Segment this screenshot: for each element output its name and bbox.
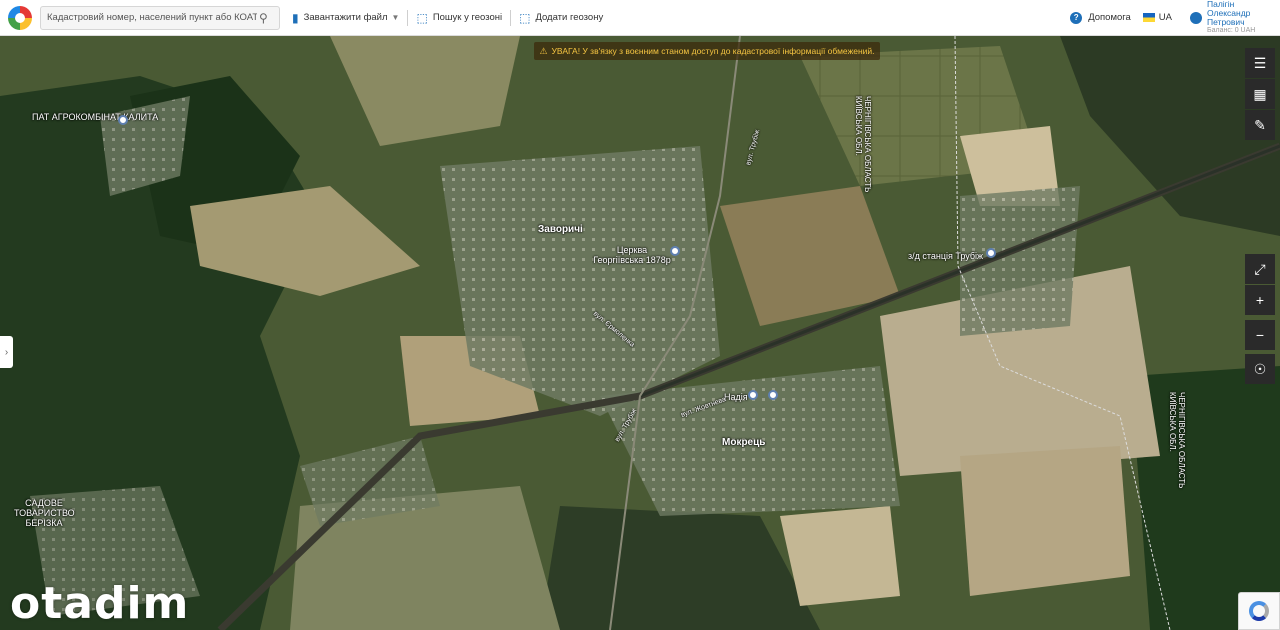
sidebar-toggle-button[interactable]: ›	[0, 336, 13, 368]
map-pin-icon[interactable]	[118, 115, 128, 125]
warning-banner: ⚠ УВАГА! У зв'язку з воєнним станом дост…	[534, 42, 880, 60]
recaptcha-badge[interactable]	[1238, 592, 1280, 630]
user-menu[interactable]: Палігін Олександр Петрович Баланс: 0 UAH	[1190, 0, 1270, 35]
top-toolbar: ⚲ ▮ Завантажити файл ▼ ⬚ Пошук у геозоні…	[0, 0, 1280, 36]
zoom-in-icon: +	[1255, 292, 1265, 308]
watermark-logo: otadim	[10, 578, 190, 629]
help-link[interactable]: ? Допомога	[1070, 11, 1131, 24]
zoom-in-button[interactable]: +	[1245, 285, 1275, 315]
locate-button[interactable]: ☉	[1245, 354, 1275, 384]
recaptcha-icon	[1249, 601, 1269, 621]
map-label-poi[interactable]: Церква Георгіївська 1878р	[592, 245, 672, 265]
language-selector[interactable]: UA	[1142, 12, 1172, 23]
geozone-search-label: Пошук у геозоні	[432, 12, 503, 23]
map-label-village[interactable]: Заворичі	[538, 224, 583, 235]
language-label: UA	[1158, 12, 1172, 23]
add-geozone-label: Додати геозону	[535, 12, 604, 23]
balance-label: Баланс: 0 UAH	[1207, 27, 1256, 34]
geozone-search-button[interactable]: ⬚ Пошук у геозоні	[408, 0, 510, 36]
map-label-village[interactable]: Мокрець	[722, 437, 765, 448]
satellite-imagery	[0, 36, 1280, 630]
upload-file-label: Завантажити файл	[303, 12, 388, 23]
geozone-search-icon: ⬚	[416, 10, 428, 25]
warning-icon: ⚠	[539, 45, 548, 56]
zoom-out-icon: −	[1255, 327, 1265, 343]
map-label-border: ЧЕРНІГІВСЬКА ОБЛАСТЬ КИЇВСЬКА ОБЛ.	[1168, 392, 1186, 489]
ruler-icon: ✎	[1254, 116, 1266, 133]
add-geozone-button[interactable]: ⬚ Додати геозону	[511, 0, 611, 36]
add-geozone-icon: ⬚	[519, 10, 531, 25]
ruler-button[interactable]: ✎	[1245, 110, 1275, 140]
ukraine-flag-icon	[1142, 13, 1155, 22]
fullscreen-button[interactable]: ⤢	[1245, 254, 1275, 284]
chevron-right-icon: ›	[4, 346, 9, 358]
chevron-down-icon: ▼	[391, 13, 400, 22]
fullscreen-icon: ⤢	[1254, 260, 1266, 277]
warning-text: УВАГА! У зв'язку з воєнним станом доступ…	[551, 46, 875, 56]
user-name: Палігін Олександр Петрович	[1207, 0, 1251, 27]
map-label-poi[interactable]: ПАТ АГРОКОМБІНАТ КАЛИТА	[32, 112, 158, 122]
layers-icon: ☰	[1253, 54, 1267, 71]
map-label-poi[interactable]: САДОВЕ ТОВАРИСТВО БЕРІЗКА	[14, 498, 75, 528]
search-icon[interactable]: ⚲	[259, 11, 268, 25]
app-logo[interactable]	[8, 5, 32, 30]
map-pin-icon[interactable]	[670, 246, 680, 256]
upload-file-button[interactable]: ▮ Завантажити файл ▼	[284, 0, 407, 36]
map-label-poi[interactable]: Надія	[724, 392, 748, 402]
map-label-poi[interactable]: з/д станція Трубіж	[908, 251, 983, 261]
layers-button[interactable]: ☰	[1245, 48, 1275, 78]
cadastre-map-button[interactable]: ▦	[1245, 79, 1275, 109]
map-label-border: ЧЕРНІГІВСЬКА ОБЛАСТЬ КИЇВСЬКА ОБЛ.	[854, 96, 872, 193]
user-icon	[1190, 11, 1202, 24]
zoom-out-button[interactable]: −	[1245, 320, 1275, 350]
satellite-map[interactable]: ПАТ АГРОКОМБІНАТ КАЛИТА Заворичі Церква …	[0, 36, 1280, 630]
map-pin-icon[interactable]	[748, 390, 758, 400]
help-icon: ?	[1070, 11, 1083, 24]
search-box: ⚲	[40, 5, 280, 30]
search-input[interactable]	[47, 12, 257, 23]
toolbar-right: ? Допомога UA Палігін Олександр Петрович…	[1070, 0, 1280, 36]
map-pin-icon[interactable]	[986, 248, 996, 258]
cadastre-map-icon: ▦	[1253, 85, 1267, 102]
map-pin-icon[interactable]	[768, 390, 778, 400]
upload-file-icon: ▮	[292, 10, 299, 25]
locate-icon: ☉	[1253, 360, 1267, 377]
help-label: Допомога	[1088, 12, 1131, 23]
